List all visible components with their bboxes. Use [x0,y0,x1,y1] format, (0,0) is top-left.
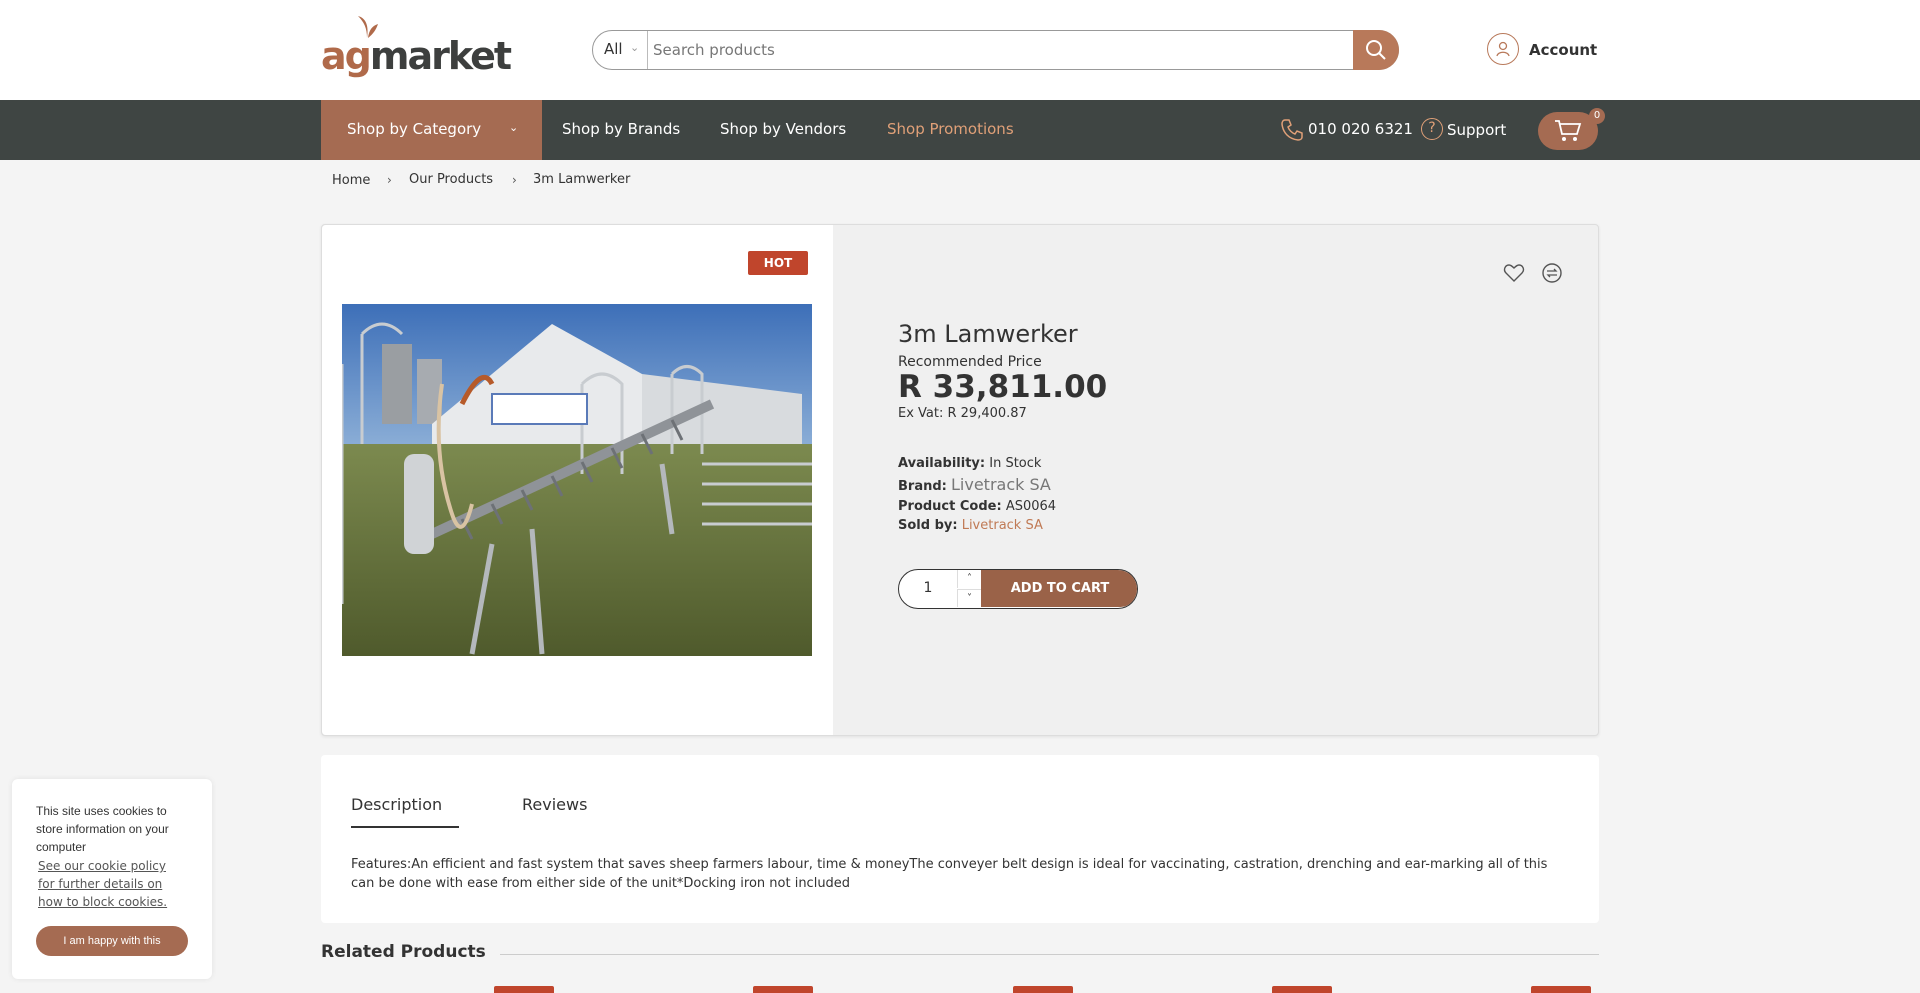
product-code-row: Product Code: AS0064 [898,499,1056,514]
related-product-badge [1531,986,1591,993]
tab-description[interactable]: Description [351,795,442,814]
brand-label: Brand: [898,479,947,494]
breadcrumb-home[interactable]: Home [332,173,370,188]
product-gallery: HOT [322,225,833,735]
related-products-title: Related Products [321,942,486,962]
account-label: Account [1529,41,1598,59]
compare-icon[interactable] [1541,262,1563,284]
add-to-cart-group: 1 ˄ ˅ ADD TO CART [898,569,1138,609]
search-category-select[interactable]: All ⌄ [593,31,648,69]
availability-row: Availability: In Stock [898,456,1041,471]
chevron-right-icon: › [387,173,392,187]
support-label: Support [1447,121,1507,139]
shop-by-category-label: Shop by Category [347,120,482,138]
heart-icon[interactable] [1503,262,1525,284]
add-to-cart-button[interactable]: ADD TO CART [981,570,1137,607]
cookie-accept-button[interactable]: I am happy with this [36,926,188,956]
search-input[interactable] [653,33,1333,67]
cookie-message: This site uses cookies to store informat… [36,804,169,854]
sold-by-label: Sold by: [898,518,958,533]
phone-icon [1281,119,1303,141]
nav-shop-by-brands[interactable]: Shop by Brands [562,120,680,138]
recommended-price-label: Recommended Price [898,354,1042,370]
agmarket-logo[interactable]: agmarket [321,14,512,78]
brand-row: Brand: Livetrack SA [898,475,1051,494]
search-icon [1366,40,1386,60]
availability-value: In Stock [989,456,1042,471]
chevron-down-icon: ⌄ [509,121,519,134]
nav-shop-by-vendors[interactable]: Shop by Vendors [720,120,846,138]
search-category-label: All [604,40,623,58]
help-icon: ? [1421,118,1443,140]
hot-badge: HOT [748,251,808,275]
tab-reviews[interactable]: Reviews [522,795,587,814]
chevron-right-icon: › [512,173,517,187]
search-button[interactable] [1353,30,1399,70]
quantity-increase-button[interactable]: ˄ [957,570,981,588]
related-product-badge [1272,986,1332,993]
breadcrumb-our-products[interactable]: Our Products [409,172,493,187]
cart-icon [1555,120,1582,141]
product-code-label: Product Code: [898,499,1002,514]
cookie-notice: This site uses cookies to store informat… [12,779,212,979]
product-card: HOT 3m Lamwerker Recommended Price R 33,… [321,224,1599,736]
availability-label: Availability: [898,456,986,471]
cart-count-badge: 0 [1589,108,1605,124]
phone-number: 010 020 6321 [1308,120,1413,138]
sold-by-row: Sold by: Livetrack SA [898,518,1043,533]
active-tab-indicator [351,826,459,828]
related-product-badge [753,986,813,993]
quantity-decrease-button[interactable]: ˅ [957,589,981,607]
cookie-policy-link[interactable]: See our cookie policy for further detail… [38,857,178,911]
product-title: 3m Lamwerker [898,320,1078,348]
search-bar: All ⌄ [592,30,1399,70]
nav-shop-promotions[interactable]: Shop Promotions [887,120,1014,138]
product-price: R 33,811.00 [898,369,1108,405]
top-header: agmarket All ⌄ Account [0,0,1920,100]
chevron-down-icon: ⌄ [630,41,640,54]
ex-vat-price: Ex Vat: R 29,400.87 [898,406,1027,421]
breadcrumb-current: 3m Lamwerker [533,172,631,187]
product-image[interactable] [342,304,812,656]
user-icon [1487,33,1519,65]
related-divider [500,954,1599,955]
quantity-input[interactable]: 1 [899,570,957,607]
related-product-badge [494,986,554,993]
description-card: Description Reviews Features:An efficien… [321,755,1599,923]
sold-by-link[interactable]: Livetrack SA [962,518,1043,533]
main-nav: Shop by Category ⌄ Shop by Brands Shop b… [0,100,1920,160]
logo-wordmark: agmarket [321,34,512,78]
related-product-badge [1013,986,1073,993]
product-description: Features:An efficient and fast system th… [351,857,1548,891]
brand-value[interactable]: Livetrack SA [951,475,1051,494]
product-code-value: AS0064 [1005,499,1057,514]
shop-by-category-menu[interactable]: Shop by Category ⌄ [321,100,542,160]
